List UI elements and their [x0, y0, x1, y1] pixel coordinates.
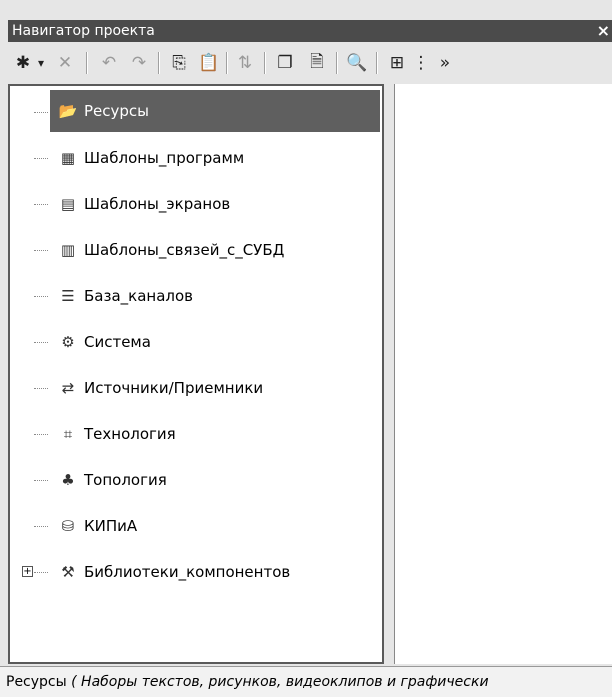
toolbar-separator — [86, 52, 88, 74]
toolbar: ✱ ▾ ✕ ↶ ↷ ⎘ 📋 ⇅ ❐ 🗎 🔍 ⊞ ⋮ » — [8, 42, 612, 84]
copy-icon[interactable]: ⎘ — [166, 50, 192, 76]
tree-item-label: База_каналов — [84, 287, 194, 305]
project-tree: 📂 Ресурсы ▦ Шаблоны_программ ▤ Шаблоны_э… — [8, 84, 384, 664]
tree-item-label: Технология — [84, 425, 176, 443]
dropdown-arrow-icon[interactable]: ▾ — [34, 50, 48, 76]
tree-item-label: Шаблоны_связей_с_СУБД — [84, 241, 285, 259]
tree-item-db-links-templates[interactable]: ▥ Шаблоны_связей_с_СУБД — [50, 229, 380, 271]
tree-item-label: Топология — [84, 471, 167, 489]
toolbar-separator — [226, 52, 228, 74]
tree-connector — [34, 204, 48, 205]
tree-connector — [34, 480, 48, 481]
tree-item-label: Система — [84, 333, 151, 351]
title-bar: Навигатор проекта × — [8, 20, 612, 42]
tree-item-label: Шаблоны_программ — [84, 149, 245, 167]
close-icon[interactable]: × — [597, 20, 610, 42]
tree-connector — [34, 342, 48, 343]
undo-icon[interactable]: ↶ — [96, 50, 122, 76]
tree-item-component-libraries[interactable]: ⚒ Библиотеки_компонентов — [50, 551, 380, 593]
tree-item-label: Шаблоны_экранов — [84, 195, 231, 213]
folder-open-icon: 📂 — [58, 102, 78, 120]
status-label: Ресурсы — [6, 674, 67, 690]
toolbar-separator — [264, 52, 266, 74]
tree-connector — [34, 388, 48, 389]
status-description: ( Наборы текстов, рисунков, видеоклипов … — [66, 674, 489, 690]
details-pane — [394, 84, 612, 664]
project-navigator-window: Навигатор проекта × ✱ ▾ ✕ ↶ ↷ ⎘ 📋 ⇅ ❐ 🗎 … — [0, 0, 612, 697]
tree-item-channel-base[interactable]: ☰ База_каналов — [50, 275, 380, 317]
pane-splitter[interactable] — [384, 84, 394, 664]
tree-connector — [34, 296, 48, 297]
new-item-icon[interactable]: ✱ — [10, 50, 36, 76]
tree-connector — [34, 112, 48, 113]
system-icon: ⚙ — [61, 333, 75, 351]
window-title: Навигатор проекта — [12, 23, 155, 39]
tree-item-resources[interactable]: 📂 Ресурсы — [50, 90, 380, 132]
tree-item-program-templates[interactable]: ▦ Шаблоны_программ — [50, 137, 380, 179]
toolbar-separator — [158, 52, 160, 74]
properties-icon[interactable]: 🗎 — [304, 50, 330, 76]
tree-collapse-icon[interactable]: ⋮ — [408, 50, 434, 76]
tree-item-topology[interactable]: ♣ Топология — [50, 459, 380, 501]
tree-item-sources-receivers[interactable]: ⇄ Источники/Приемники — [50, 367, 380, 409]
content-panes: 📂 Ресурсы ▦ Шаблоны_программ ▤ Шаблоны_э… — [8, 84, 612, 664]
tree-expand-icon[interactable]: ⊞ — [384, 50, 410, 76]
tree-connector — [34, 158, 48, 159]
toolbar-separator — [336, 52, 338, 74]
paste-icon[interactable]: 📋 — [196, 50, 222, 76]
tree-connector — [34, 526, 48, 527]
redo-icon[interactable]: ↷ — [126, 50, 152, 76]
db-links-icon: ▥ — [60, 241, 76, 259]
tree-connector — [34, 572, 48, 573]
status-bar: Ресурсы ( Наборы текстов, рисунков, виде… — [0, 666, 612, 697]
channel-base-icon: ☰ — [61, 287, 75, 305]
program-templates-icon: ▦ — [60, 149, 76, 167]
sources-receivers-icon: ⇄ — [61, 379, 75, 397]
move-icon[interactable]: ⇅ — [232, 50, 258, 76]
overflow-icon[interactable]: » — [432, 50, 458, 76]
tree-item-label: Источники/Приемники — [84, 379, 264, 397]
screen-templates-icon: ▤ — [60, 195, 76, 213]
tree-item-label: Ресурсы — [84, 102, 150, 120]
kipia-icon: ⛁ — [61, 517, 75, 535]
delete-icon[interactable]: ✕ — [52, 50, 78, 76]
tree-connector — [34, 434, 48, 435]
tree-item-system[interactable]: ⚙ Система — [50, 321, 380, 363]
technology-icon: ⌗ — [63, 425, 73, 443]
duplicate-icon[interactable]: ❐ — [272, 50, 298, 76]
tree-item-kipia[interactable]: ⛁ КИПиА — [50, 505, 380, 547]
tree-item-screen-templates[interactable]: ▤ Шаблоны_экранов — [50, 183, 380, 225]
topology-icon: ♣ — [61, 471, 75, 489]
toolbar-separator — [376, 52, 378, 74]
tree-item-label: КИПиА — [84, 517, 138, 535]
component-libraries-icon: ⚒ — [61, 563, 75, 581]
tree-item-label: Библиотеки_компонентов — [84, 563, 291, 581]
expand-toggle[interactable]: + — [22, 566, 33, 577]
find-icon[interactable]: 🔍 — [344, 50, 370, 76]
tree-item-technology[interactable]: ⌗ Технология — [50, 413, 380, 455]
tree-connector — [34, 250, 48, 251]
